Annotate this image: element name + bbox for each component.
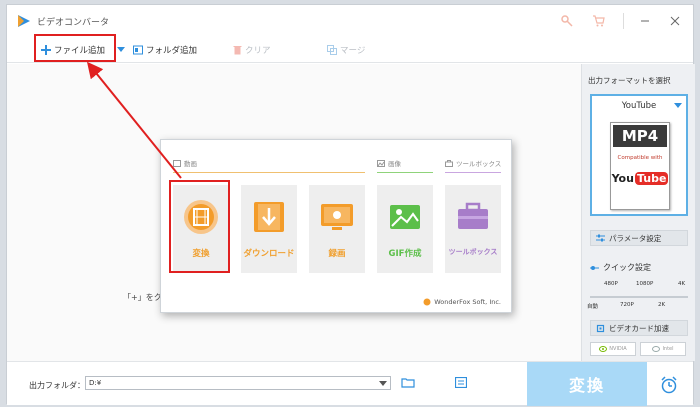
output-folder-dropdown-icon[interactable] — [379, 381, 387, 386]
brand-footer: WonderFox Soft, Inc. — [423, 298, 501, 306]
quality-1080p: 1080P — [636, 281, 654, 287]
key-icon[interactable] — [559, 13, 575, 29]
app-logo-icon — [18, 15, 30, 27]
caret-down-icon — [117, 47, 125, 52]
quality-480p: 480P — [604, 281, 618, 287]
toolbar: ファイル追加 フォルダ追加 クリア マージ — [7, 37, 693, 63]
download-icon — [254, 202, 284, 232]
format-name: YouTube — [621, 101, 657, 111]
brand-label: WonderFox Soft, Inc. — [434, 298, 501, 306]
image-icon — [390, 205, 420, 229]
parameter-settings-label: パラメータ設定 — [609, 233, 662, 243]
format-badge: MP4 — [613, 125, 667, 147]
tile-convert[interactable]: 変換 — [173, 185, 229, 273]
output-folder-path: D:¥ — [89, 379, 102, 387]
open-folder-icon[interactable] — [401, 377, 415, 388]
convert-button[interactable]: 変換 — [527, 362, 647, 406]
quality-slider[interactable] — [590, 296, 688, 298]
tile-download[interactable]: ダウンロード — [241, 185, 297, 273]
intel-option[interactable]: Intel — [640, 342, 686, 356]
gpu-acceleration-label: ビデオカード加速 — [609, 323, 669, 333]
tile-screen-record[interactable]: 録画 — [309, 185, 365, 273]
tile-download-label: ダウンロード — [243, 249, 295, 259]
alarm-clock-icon[interactable] — [659, 375, 679, 395]
merge-icon — [327, 45, 337, 55]
format-compat-text: Compatible with — [617, 155, 663, 161]
clear-button[interactable]: クリア — [233, 37, 271, 63]
gpu-acceleration-row: ビデオカード加速 — [590, 320, 688, 336]
nvidia-label: NVIDIA — [609, 346, 627, 352]
tile-toolbox-label: ツールボックス — [448, 248, 498, 256]
title-divider — [623, 13, 624, 29]
add-file-dropdown[interactable] — [117, 37, 125, 63]
tile-gif-maker[interactable]: GIF作成 — [377, 185, 433, 273]
clear-label: クリア — [245, 46, 271, 56]
folder-icon — [133, 45, 143, 55]
output-format-title: 出力フォーマットを選択 — [588, 76, 671, 85]
slider-icon — [590, 265, 599, 270]
toolbox-icon — [458, 202, 488, 229]
feature-menu-popup: 動画 画像 ツールボックス 変換 ダウンロード 録画 GIF作成 ツールボックス… — [160, 139, 512, 313]
bottom-bar: 出力フォルダ： D:¥ 変換 — [7, 361, 693, 406]
add-file-label: ファイル追加 — [54, 46, 106, 56]
app-title: ビデオコンバータ — [37, 18, 110, 28]
chip-icon — [596, 324, 605, 332]
cart-icon[interactable] — [590, 13, 606, 29]
section-toolbox-label: ツールボックス — [456, 160, 502, 168]
output-format-selector[interactable]: YouTube MP4 Compatible with You Tube — [590, 94, 688, 216]
film-icon — [184, 200, 218, 234]
quality-720p: 720P — [620, 302, 634, 308]
output-folder-field[interactable]: D:¥ — [85, 376, 391, 390]
quality-4k: 4K — [678, 281, 686, 287]
section-image-label: 画像 — [388, 160, 401, 168]
toolbox-section-icon — [445, 159, 453, 167]
section-video-heading: 動画 — [173, 158, 197, 168]
section-video-label: 動画 — [184, 160, 197, 168]
image-section-underline — [377, 172, 433, 173]
wonderfox-logo-icon — [423, 298, 431, 306]
nvidia-eye-icon — [599, 346, 608, 352]
video-section-underline — [173, 172, 365, 173]
youtube-logo-tube: Tube — [634, 171, 669, 185]
merge-label: マージ — [340, 46, 366, 56]
tile-screen-record-label: 録画 — [328, 249, 346, 259]
quick-settings-label: クイック設定 — [603, 263, 651, 272]
youtube-logo-you: You — [611, 171, 634, 185]
tile-convert-label: 変換 — [192, 249, 210, 259]
tile-gif-maker-label: GIF作成 — [388, 249, 422, 259]
intel-label: Intel — [662, 346, 674, 352]
plus-icon — [41, 45, 51, 55]
add-file-button[interactable]: ファイル追加 — [41, 37, 105, 63]
section-toolbox-heading: ツールボックス — [445, 158, 501, 168]
output-list-icon[interactable] — [455, 377, 467, 388]
parameter-settings-button[interactable]: パラメータ設定 — [590, 230, 688, 246]
merge-button[interactable]: マージ — [327, 37, 365, 63]
format-dropdown-icon[interactable] — [674, 103, 682, 108]
video-section-icon — [173, 159, 181, 167]
add-folder-button[interactable]: フォルダ追加 — [133, 37, 197, 63]
nvidia-option[interactable]: NVIDIA — [590, 342, 636, 356]
quality-2k: 2K — [658, 302, 666, 308]
youtube-logo: You Tube — [611, 167, 669, 189]
output-panel: 出力フォーマットを選択 YouTube MP4 Compatible with … — [581, 64, 695, 361]
sliders-icon — [596, 234, 605, 242]
format-thumbnail: MP4 Compatible with You Tube — [610, 122, 670, 210]
section-image-heading: 画像 — [377, 158, 401, 168]
trash-icon — [233, 46, 242, 55]
output-folder-label: 出力フォルダ： — [29, 381, 85, 390]
minimize-icon[interactable] — [637, 13, 653, 29]
quality-auto: 自動 — [587, 304, 599, 310]
toolbox-section-underline — [445, 172, 501, 173]
title-bar: ビデオコンバータ — [7, 5, 693, 37]
screen-record-icon — [321, 204, 353, 230]
gpu-options: NVIDIA Intel — [590, 342, 686, 356]
add-folder-label: フォルダ追加 — [146, 46, 198, 56]
tile-toolbox[interactable]: ツールボックス — [445, 185, 501, 273]
intel-ring-icon — [652, 346, 661, 352]
close-icon[interactable] — [667, 13, 683, 29]
image-section-icon — [377, 159, 385, 167]
quick-settings-heading: クイック設定 — [590, 262, 651, 273]
